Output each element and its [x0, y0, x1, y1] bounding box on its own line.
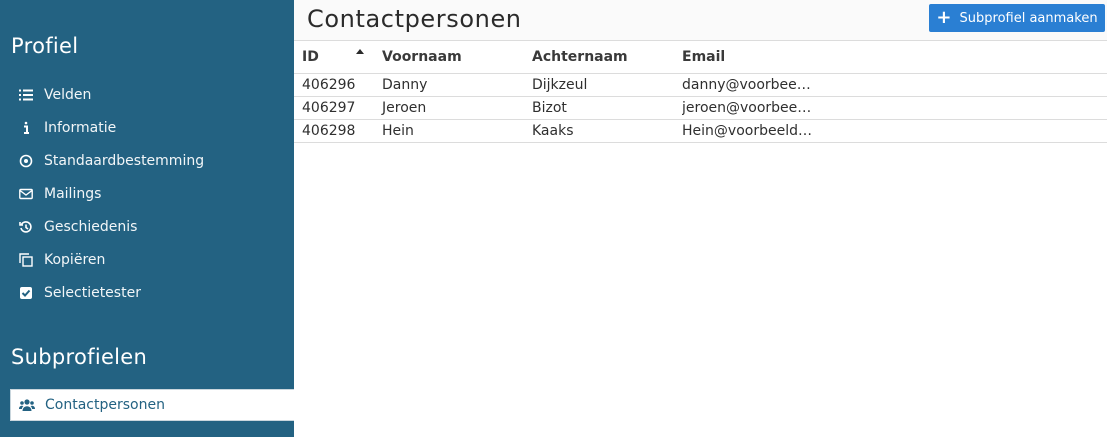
add-subprofile-button-label: Subprofiel aanmaken — [959, 10, 1098, 26]
column-header-voornaam[interactable]: Voornaam — [374, 41, 524, 74]
sort-ascending-icon — [356, 49, 364, 54]
cell-achternaam: Bizot — [524, 96, 674, 120]
sidebar-item-geschiedenis[interactable]: Geschiedenis — [0, 210, 294, 243]
sidebar-item-mailings[interactable]: Mailings — [0, 177, 294, 210]
column-header-email[interactable]: Email — [674, 41, 1107, 74]
sidebar-item-label: Contactpersonen — [45, 397, 165, 413]
info-icon — [18, 120, 34, 136]
add-subprofile-button[interactable]: + Subprofiel aanmaken — [929, 4, 1105, 32]
email-text: Hein@voorbeeld.... — [682, 123, 812, 139]
checkbox-icon — [18, 285, 34, 301]
cell-voornaam: Hein — [374, 119, 524, 143]
list-icon — [18, 87, 34, 103]
email-text: danny@voorbeel... — [682, 77, 812, 93]
profiel-menu: Velden Informatie Standaardbestemming Ma… — [0, 78, 294, 309]
main-content: Contactpersonen + Subprofiel aanmaken ID… — [294, 0, 1107, 437]
plus-icon: + — [936, 7, 952, 28]
table-row[interactable]: 406296 Danny Dijkzeul danny@voorbeel... — [294, 73, 1107, 97]
table-row[interactable]: 406298 Hein Kaaks Hein@voorbeeld.... — [294, 119, 1107, 143]
cell-email: danny@voorbeel... — [674, 73, 1107, 97]
sidebar-item-label: Geschiedenis — [44, 218, 138, 235]
cell-voornaam: Danny — [374, 73, 524, 97]
sidebar-item-contactpersonen[interactable]: Contactpersonen — [10, 389, 294, 421]
column-header-label: Email — [682, 49, 726, 65]
target-icon — [18, 153, 34, 169]
cell-achternaam: Dijkzeul — [524, 73, 674, 97]
column-header-label: ID — [302, 49, 319, 65]
copy-icon — [18, 252, 34, 268]
users-icon — [19, 397, 35, 413]
table-row[interactable]: 406297 Jeroen Bizot jeroen@voorbeel... — [294, 96, 1107, 120]
sidebar-item-label: Velden — [44, 86, 92, 103]
sidebar-item-kopieren[interactable]: Kopiëren — [0, 243, 294, 276]
sidebar-item-velden[interactable]: Velden — [0, 78, 294, 111]
subprofielen-section-title: Subprofielen — [11, 345, 148, 369]
sidebar-item-label: Kopiëren — [44, 251, 106, 268]
cell-email: Hein@voorbeeld.... — [674, 119, 1107, 143]
envelope-icon — [18, 186, 34, 202]
cell-email: jeroen@voorbeel... — [674, 96, 1107, 120]
sidebar: Profiel Velden Informatie Standaardbeste… — [0, 0, 294, 437]
cell-achternaam: Kaaks — [524, 119, 674, 143]
cell-voornaam: Jeroen — [374, 96, 524, 120]
cell-id: 406296 — [294, 73, 374, 97]
table-header-row: ID Voornaam Achternaam Email — [294, 41, 1107, 74]
sidebar-item-label: Informatie — [44, 119, 117, 136]
sidebar-item-informatie[interactable]: Informatie — [0, 111, 294, 144]
cell-id: 406297 — [294, 96, 374, 120]
profiel-section-title: Profiel — [11, 34, 79, 58]
column-header-id[interactable]: ID — [294, 41, 374, 74]
column-header-achternaam[interactable]: Achternaam — [524, 41, 674, 74]
column-header-label: Voornaam — [382, 49, 462, 65]
column-header-label: Achternaam — [532, 49, 628, 65]
page-header: Contactpersonen + Subprofiel aanmaken — [294, 0, 1107, 41]
sidebar-item-selectietester[interactable]: Selectietester — [0, 276, 294, 309]
history-icon — [18, 219, 34, 235]
sidebar-item-label: Selectietester — [44, 284, 141, 301]
email-text: jeroen@voorbeel... — [682, 100, 812, 116]
sidebar-item-label: Standaardbestemming — [44, 152, 205, 169]
sidebar-item-label: Mailings — [44, 185, 102, 202]
sidebar-item-standaardbestemming[interactable]: Standaardbestemming — [0, 144, 294, 177]
page-title: Contactpersonen — [307, 5, 522, 33]
cell-id: 406298 — [294, 119, 374, 143]
contacts-table: ID Voornaam Achternaam Email 406296 Dann… — [294, 41, 1107, 143]
